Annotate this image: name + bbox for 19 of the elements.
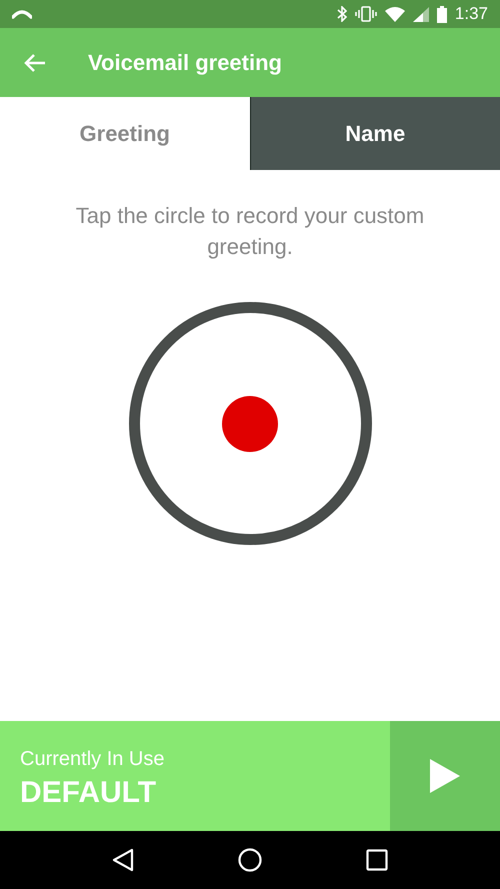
bluetooth-icon	[336, 6, 347, 22]
signal-icon	[412, 6, 429, 22]
missed-call-icon	[12, 9, 32, 19]
record-button[interactable]	[128, 302, 372, 545]
tab[interactable]: Name	[250, 97, 500, 170]
record-dot-icon	[222, 396, 278, 452]
vibrate-icon	[354, 6, 377, 22]
play-icon	[430, 759, 460, 793]
recents-icon[interactable]	[366, 849, 388, 871]
back-arrow-icon	[24, 52, 46, 72]
wifi-icon	[384, 6, 405, 22]
current-value: DEFAULT	[20, 778, 158, 808]
battery-icon	[436, 6, 447, 22]
current-label: Currently In Use	[20, 747, 166, 772]
home-icon[interactable]	[238, 848, 262, 872]
clock: 1:37	[454, 3, 488, 26]
instruction-text: Tap the circle to record your custom greeting.	[74, 202, 426, 261]
back-icon[interactable]	[112, 848, 134, 872]
screen-title: Voicemail greeting	[88, 49, 282, 77]
